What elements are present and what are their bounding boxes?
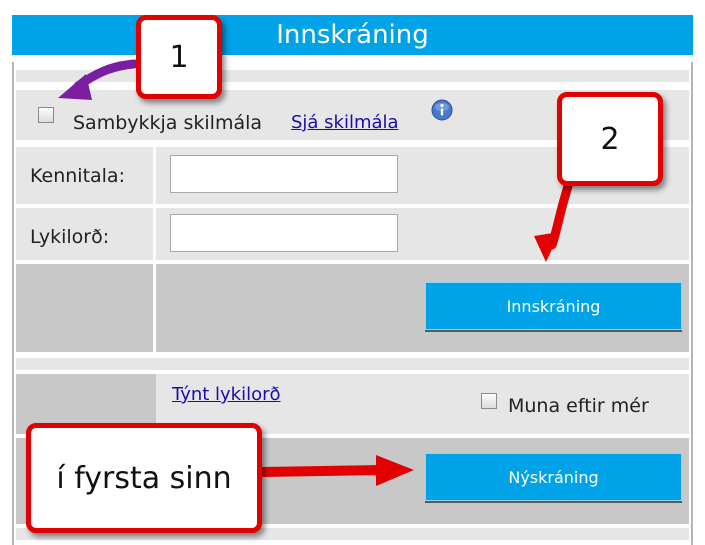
arrow-to-register [257, 455, 414, 486]
callout-2-text: 2 [600, 121, 620, 157]
arrow-to-login [534, 175, 575, 262]
callout-1: 1 [136, 15, 222, 99]
callout-2: 2 [557, 92, 663, 186]
callout-1-text: 1 [169, 39, 189, 75]
callout-first-time: í fyrsta sinn [26, 423, 262, 533]
purple-arrow [58, 59, 139, 100]
callout-first-time-text: í fyrsta sinn [56, 460, 232, 496]
